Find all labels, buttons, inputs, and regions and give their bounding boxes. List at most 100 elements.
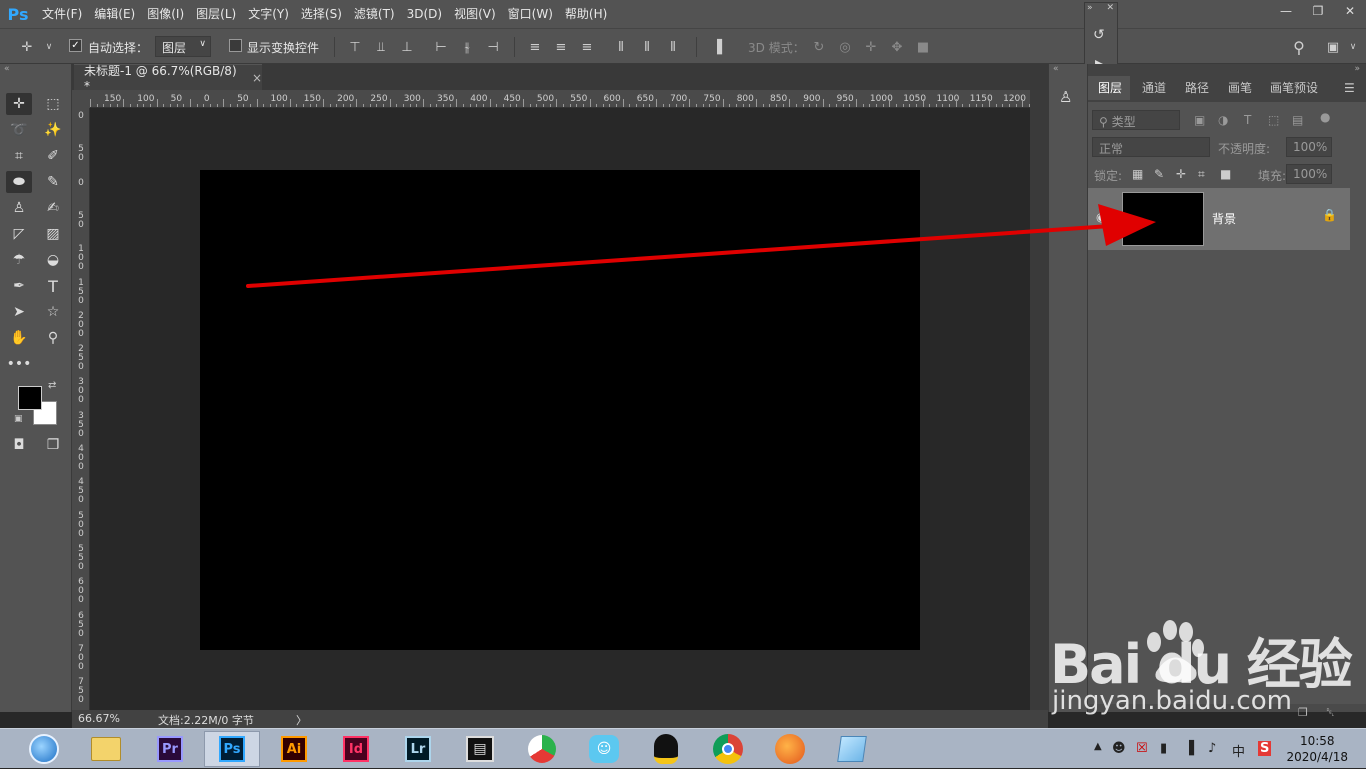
auto-align-icon[interactable]: ▐ xyxy=(708,38,726,56)
expand-icon[interactable]: » xyxy=(1087,3,1093,13)
menu-view[interactable]: 视图(V) xyxy=(448,0,502,28)
distribute-left-icon[interactable]: ⦀ xyxy=(612,38,630,56)
chevron-down-icon[interactable]: ∨ xyxy=(40,38,58,56)
menu-type[interactable]: 文字(Y) xyxy=(242,0,295,28)
menu-edit[interactable]: 编辑(E) xyxy=(88,0,141,28)
taskbar-clock[interactable]: 10:58 2020/4/18 xyxy=(1286,733,1348,765)
taskbar-lightroom[interactable]: Lr xyxy=(390,731,446,767)
collapse-icon[interactable]: » xyxy=(1354,64,1360,74)
collapse-icon[interactable]: « xyxy=(4,64,10,74)
layer-row[interactable]: ◉ 背景 🔒 xyxy=(1088,188,1350,250)
path-selection-tool-icon[interactable]: ➤ xyxy=(6,301,32,323)
vertical-ruler[interactable]: 0 5 0 0 5 0 1 0 0 1 5 0 2 0 0 2 5 0 3 0 0 3 5 0 4 … xyxy=(72,108,90,710)
tray-sogou-icon[interactable]: S xyxy=(1258,741,1272,756)
layer-name[interactable]: 背景 xyxy=(1212,210,1236,227)
taskbar-qq[interactable] xyxy=(638,731,694,767)
chevron-down-icon[interactable]: ∨ xyxy=(1344,38,1362,56)
taskbar-illustrator[interactable]: Ai xyxy=(266,731,322,767)
tray-network-error-icon[interactable]: ☒ xyxy=(1136,741,1148,756)
align-vcenter-icon[interactable]: ⫫ xyxy=(372,38,390,56)
tab-layers[interactable]: 图层 xyxy=(1088,76,1130,100)
history-brush-tool-icon[interactable]: ✍ xyxy=(40,197,66,219)
filter-type-icon[interactable]: T xyxy=(1244,113,1251,127)
scale-3d-icon[interactable]: ■ xyxy=(914,38,932,56)
menu-filter[interactable]: 滤镜(T) xyxy=(348,0,401,28)
fill-field[interactable]: 100% xyxy=(1286,164,1332,184)
workspace-icon[interactable]: ▣ xyxy=(1324,38,1342,56)
menu-file[interactable]: 文件(F) xyxy=(36,0,88,28)
visibility-eye-icon[interactable]: ◉ xyxy=(1096,210,1106,224)
foreground-color-swatch[interactable] xyxy=(18,386,42,410)
history-icon[interactable]: ↺ xyxy=(1093,27,1105,43)
brush-tool-icon[interactable]: ✎ xyxy=(40,171,66,193)
align-hcenter-icon[interactable]: ⫳ xyxy=(458,38,476,56)
tab-channels[interactable]: 通道 xyxy=(1142,76,1166,100)
lock-all-icon[interactable]: ■ xyxy=(1220,167,1231,181)
distribute-top-icon[interactable]: ≡ xyxy=(526,38,544,56)
zoom-tool-icon[interactable]: ⚲ xyxy=(40,327,66,349)
vertical-scrollbar[interactable] xyxy=(1030,90,1048,710)
tab-paths[interactable]: 路径 xyxy=(1185,76,1209,100)
tab-brush[interactable]: 画笔 xyxy=(1228,76,1252,100)
properties-panel-icon[interactable]: ♙ xyxy=(1059,88,1072,106)
minimize-icon[interactable]: — xyxy=(1270,0,1302,22)
close-window-icon[interactable]: ✕ xyxy=(1334,0,1366,22)
tray-expand-icon[interactable]: ▲ xyxy=(1094,741,1102,752)
more-tools-icon[interactable]: ••• xyxy=(6,353,32,375)
tab-brush-presets[interactable]: 画笔预设 xyxy=(1270,76,1318,100)
document-canvas[interactable] xyxy=(200,170,920,650)
align-top-icon[interactable]: ⊤ xyxy=(346,38,364,56)
taskbar-tim[interactable]: ☺ xyxy=(576,731,632,767)
type-tool-icon[interactable]: T xyxy=(40,275,66,297)
lock-transparent-icon[interactable]: ▦ xyxy=(1132,167,1143,181)
filter-shape-icon[interactable]: ⬚ xyxy=(1268,113,1279,127)
taskbar-file-explorer[interactable] xyxy=(78,731,134,767)
auto-select-checkbox[interactable]: ✓ xyxy=(69,39,82,52)
layer-filter-dropdown[interactable]: ⚲ 类型 xyxy=(1092,110,1180,130)
pen-tool-icon[interactable]: ✒ xyxy=(6,275,32,297)
filter-adjustment-icon[interactable]: ◑ xyxy=(1218,113,1228,127)
roll-3d-icon[interactable]: ◎ xyxy=(836,38,854,56)
taskbar-chrome[interactable] xyxy=(700,731,756,767)
close-icon[interactable]: ✕ xyxy=(1106,3,1114,13)
custom-shape-tool-icon[interactable]: ☆ xyxy=(40,301,66,323)
panel-menu-icon[interactable]: ☰ xyxy=(1344,76,1355,100)
quick-mask-icon[interactable]: ◘ xyxy=(6,434,32,456)
taskbar-umbrella-app[interactable] xyxy=(514,731,570,767)
ruler-corner[interactable] xyxy=(72,90,90,108)
taskbar-photoshop[interactable]: Ps xyxy=(204,731,260,767)
menu-3d[interactable]: 3D(D) xyxy=(401,0,448,28)
tray-volume-icon[interactable]: ♪ xyxy=(1208,741,1216,756)
lock-image-icon[interactable]: ✎ xyxy=(1154,167,1164,181)
filter-toggle-icon[interactable]: ● xyxy=(1320,110,1330,124)
menu-window[interactable]: 窗口(W) xyxy=(502,0,559,28)
document-tab[interactable]: 未标题-1 @ 66.7%(RGB/8) * × xyxy=(74,64,262,93)
new-layer-icon[interactable]: ❐ xyxy=(1298,706,1308,719)
search-icon[interactable]: ⚲ xyxy=(1290,38,1308,57)
auto-select-dropdown[interactable]: 图层 ∨ xyxy=(155,36,211,57)
menu-select[interactable]: 选择(S) xyxy=(295,0,348,28)
distribute-vcenter-icon[interactable]: ≡ xyxy=(552,38,570,56)
restore-icon[interactable]: ❐ xyxy=(1302,0,1334,22)
filter-pixel-icon[interactable]: ▣ xyxy=(1194,113,1205,127)
distribute-right-icon[interactable]: ⦀ xyxy=(664,38,682,56)
hand-tool-icon[interactable]: ✋ xyxy=(6,327,32,349)
tray-qq-icon[interactable]: ☻ xyxy=(1112,741,1126,756)
photoshop-logo[interactable]: Ps xyxy=(0,0,36,28)
swap-colors-icon[interactable]: ⇄ xyxy=(48,380,56,391)
default-colors-icon[interactable]: ▣ xyxy=(14,414,23,424)
menu-layer[interactable]: 图层(L) xyxy=(190,0,242,28)
healing-brush-tool-icon[interactable]: ⬬ xyxy=(6,171,32,193)
taskbar-browser-orange[interactable] xyxy=(762,731,818,767)
taskbar-video-editor[interactable]: ▤ xyxy=(452,731,508,767)
zoom-level[interactable]: 66.67% xyxy=(78,712,120,725)
align-left-icon[interactable]: ⊢ xyxy=(432,38,450,56)
magic-wand-tool-icon[interactable]: ✨ xyxy=(40,119,66,141)
filter-smart-object-icon[interactable]: ▤ xyxy=(1292,113,1303,127)
rotate-3d-icon[interactable]: ↻ xyxy=(810,38,828,56)
tray-ime-label[interactable]: 中 xyxy=(1232,741,1245,760)
move-tool-icon[interactable]: ✛ xyxy=(18,38,36,56)
taskbar-notepad[interactable] xyxy=(824,731,880,767)
lock-position-icon[interactable]: ✛ xyxy=(1176,167,1186,181)
distribute-hcenter-icon[interactable]: ⦀ xyxy=(638,38,656,56)
